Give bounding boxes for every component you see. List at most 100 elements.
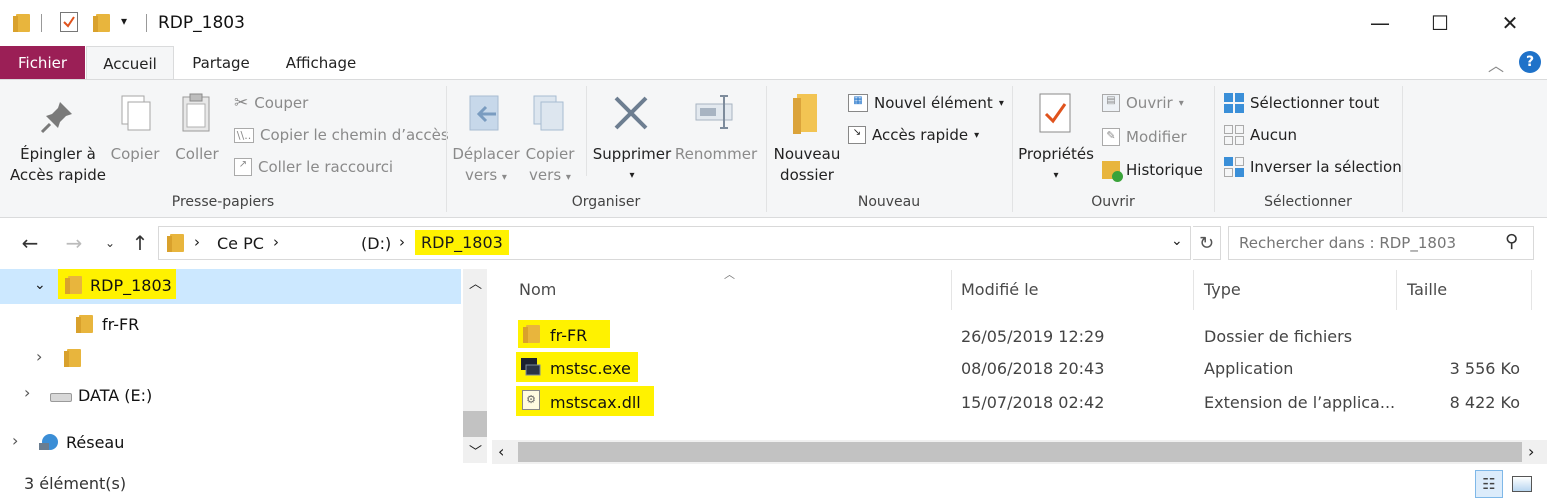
properties-quick-icon[interactable]	[60, 12, 78, 32]
open-button[interactable]: ▤ Ouvrir ▾	[1102, 91, 1184, 115]
chevron-right-icon[interactable]: ›	[24, 383, 30, 402]
scroll-thumb[interactable]	[518, 442, 1522, 462]
file-name: mstsc.exe	[550, 359, 631, 378]
paste-shortcut-button[interactable]: ↗ Coller le raccourci	[234, 155, 393, 179]
easy-access-button[interactable]: ↘ Accès rapide ▾	[848, 123, 979, 147]
folder-icon	[167, 234, 184, 256]
tab-view[interactable]: Affichage	[274, 46, 368, 80]
organize-group-label: Organiser	[571, 194, 641, 210]
column-header-type[interactable]: Type	[1204, 280, 1241, 299]
dll-file-icon: ⚙	[522, 390, 540, 410]
table-row[interactable]: fr-FR 26/05/2019 12:29 Dossier de fichie…	[510, 320, 1530, 352]
folder-icon	[65, 276, 82, 298]
tab-share[interactable]: Partage	[180, 46, 262, 80]
rename-button[interactable]: Renommer	[674, 92, 758, 187]
column-divider[interactable]	[1396, 270, 1397, 310]
up-button[interactable]: ↑	[126, 229, 154, 257]
address-bar[interactable]: › Ce PC › (D:) › RDP_1803 ⌄	[158, 226, 1191, 260]
tree-item-rdp1803[interactable]: RDP_1803	[58, 269, 176, 299]
history-button[interactable]: Historique	[1102, 158, 1203, 182]
tab-file[interactable]: Fichier	[0, 46, 85, 80]
recent-locations-icon[interactable]: ⌄	[96, 229, 124, 257]
scroll-left-icon[interactable]: ‹	[498, 442, 504, 461]
edit-icon: ✎	[1102, 128, 1120, 146]
forward-button[interactable]: →	[60, 229, 88, 257]
file-name-cell[interactable]: mstsc.exe	[516, 352, 638, 382]
cut-button[interactable]: ✂ Couper	[234, 91, 308, 115]
pin-quick-access-button[interactable]: Épingler à Accès rapide	[8, 92, 108, 187]
paste-button[interactable]: Coller	[170, 92, 224, 187]
quick-access-dropdown-icon[interactable]: ▾	[121, 14, 127, 28]
collapse-ribbon-icon[interactable]: ︿	[1488, 52, 1504, 76]
copy-path-button[interactable]: \\.. Copier le chemin d’accès	[234, 123, 449, 147]
file-name-cell[interactable]: ⚙ mstscax.dll	[516, 386, 654, 416]
select-none-button[interactable]: Aucun	[1224, 123, 1297, 147]
scroll-down-icon[interactable]: ﹀	[469, 441, 482, 460]
breadcrumb-separator-icon[interactable]: ›	[194, 233, 200, 251]
breadcrumb-separator-icon[interactable]: ›	[399, 233, 405, 251]
chevron-right-icon[interactable]: ›	[12, 431, 18, 450]
copy-to-icon	[533, 95, 564, 131]
select-all-button[interactable]: Sélectionner tout	[1224, 91, 1379, 115]
copy-to-button[interactable]: Copier vers ▾	[520, 92, 580, 187]
file-list-horizontal-scrollbar[interactable]: ‹ ›	[492, 440, 1547, 464]
tree-item-network[interactable]: Réseau	[36, 430, 156, 456]
new-item-button[interactable]: ▦ Nouvel élément ▾	[848, 91, 1004, 115]
refresh-button[interactable]: ↻	[1193, 226, 1221, 260]
invert-selection-icon	[1224, 157, 1244, 177]
column-header-name[interactable]: Nom	[519, 280, 556, 299]
move-to-button[interactable]: Déplacer vers ▾	[452, 92, 520, 187]
new-folder-quick-icon[interactable]	[93, 14, 110, 36]
search-icon[interactable]: ⚲	[1505, 231, 1518, 252]
column-header-size[interactable]: Taille	[1407, 280, 1447, 299]
select-all-label: Sélectionner tout	[1250, 94, 1380, 112]
help-icon[interactable]: ?	[1519, 51, 1541, 73]
chevron-right-icon[interactable]: ›	[36, 347, 42, 366]
tree-item-data-drive[interactable]: DATA (E:)	[48, 383, 188, 409]
back-button[interactable]: ←	[16, 229, 44, 257]
details-view-button[interactable]: ☷	[1475, 470, 1503, 498]
table-row[interactable]: ⚙ mstscax.dll 15/07/2018 02:42 Extension…	[510, 386, 1530, 418]
breadcrumb-current[interactable]: RDP_1803	[415, 230, 509, 255]
table-row[interactable]: mstsc.exe 08/06/2018 20:43 Application 3…	[510, 352, 1530, 384]
search-input[interactable]	[1237, 231, 1497, 255]
new-folder-button[interactable]: Nouveau dossier	[772, 92, 842, 187]
breadcrumb-this-pc[interactable]: Ce PC	[217, 234, 264, 253]
separator	[41, 14, 42, 32]
breadcrumb-drive[interactable]: (D:)	[361, 234, 391, 253]
select-group-label: Sélectionner	[1264, 194, 1352, 210]
maximize-button[interactable]: ☐	[1410, 0, 1470, 46]
search-box[interactable]: ⚲	[1228, 226, 1534, 260]
properties-button[interactable]: Propriétés ▾	[1016, 92, 1096, 187]
address-dropdown-icon[interactable]: ⌄	[1171, 233, 1183, 249]
chevron-down-icon[interactable]: ⌄	[34, 277, 46, 293]
file-type: Application	[1204, 359, 1294, 378]
minimize-button[interactable]: —	[1350, 0, 1410, 46]
column-header-modified[interactable]: Modifié le	[961, 280, 1039, 299]
column-divider[interactable]	[1531, 270, 1532, 310]
copy-button[interactable]: Copier	[108, 92, 162, 187]
move-to-label-line2: vers	[465, 166, 498, 184]
tab-home[interactable]: Accueil	[86, 46, 174, 80]
file-name-cell[interactable]: fr-FR	[518, 320, 610, 348]
invert-selection-button[interactable]: Inverser la sélection	[1224, 155, 1402, 179]
new-group-label: Nouveau	[857, 194, 921, 210]
scroll-right-icon[interactable]: ›	[1528, 442, 1534, 461]
tree-item-folder[interactable]	[62, 346, 102, 372]
tree-scrollbar[interactable]: ︿ ﹀	[463, 269, 487, 463]
close-button[interactable]: ✕	[1480, 0, 1540, 46]
select-all-icon	[1224, 93, 1244, 113]
column-divider[interactable]	[1193, 270, 1194, 310]
tree-item-fr-fr[interactable]: fr-FR	[74, 312, 194, 338]
large-icons-view-button[interactable]	[1508, 470, 1536, 498]
breadcrumb-separator-icon[interactable]: ›	[273, 233, 279, 251]
file-modified: 08/06/2018 20:43	[961, 359, 1105, 378]
chevron-down-icon: ▾	[629, 170, 635, 181]
delete-button[interactable]: Supprimer ▾	[592, 92, 672, 187]
rename-label: Renommer	[674, 145, 758, 163]
invert-selection-label: Inverser la sélection	[1250, 158, 1402, 176]
column-divider[interactable]	[951, 270, 952, 310]
scroll-thumb[interactable]	[463, 411, 487, 437]
edit-button[interactable]: ✎ Modifier	[1102, 125, 1187, 149]
scroll-up-icon[interactable]: ︿	[469, 273, 482, 292]
